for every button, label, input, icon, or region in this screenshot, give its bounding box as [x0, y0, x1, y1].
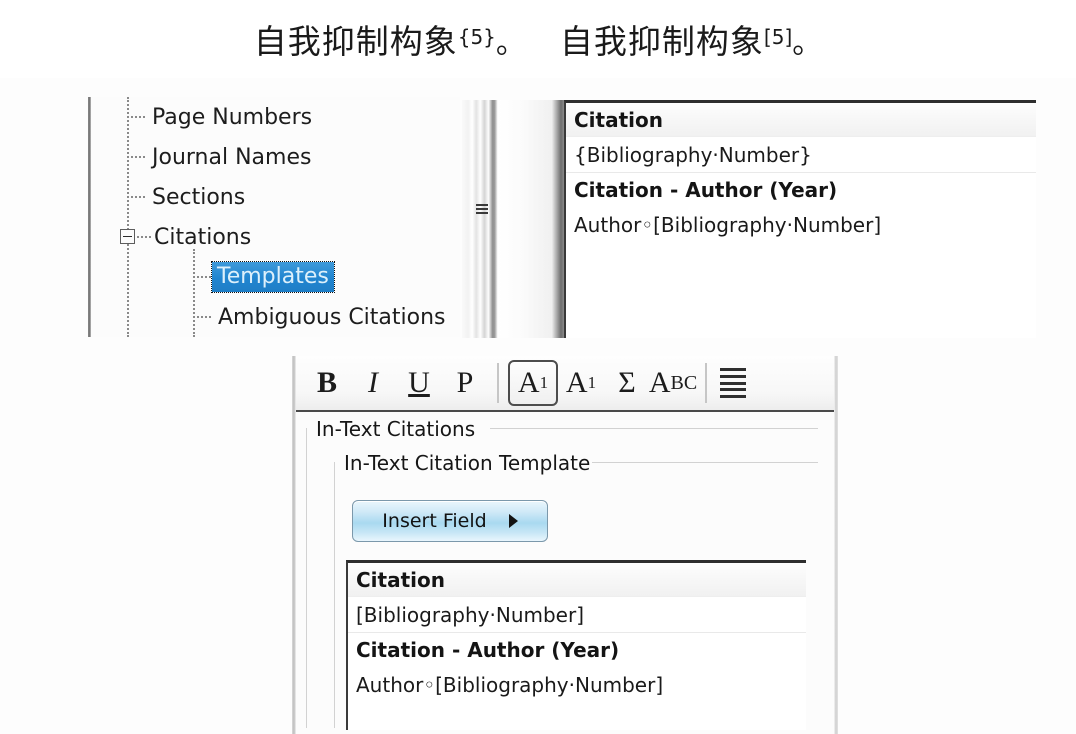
- sample-text-curly-period: 。: [495, 26, 526, 61]
- dialog-left-border: [292, 356, 296, 734]
- tree-item-label: Templates: [217, 264, 329, 289]
- grip-line: [476, 212, 488, 214]
- sigma-symbol-icon[interactable]: Σ: [604, 361, 650, 405]
- tree-body: Page Numbers Journal Names Sections Cita…: [110, 97, 460, 337]
- tree-item-sections[interactable]: Sections: [110, 177, 245, 217]
- sample-text-bracket-citation: [5]: [763, 25, 793, 49]
- citation-template-editor-dialog: B I U P A1 A1 Σ A BC In-Text Citations I…: [292, 356, 838, 734]
- bold-icon[interactable]: B: [304, 361, 350, 405]
- superscript-label: A: [517, 366, 540, 399]
- tree-item-label: Journal Names: [152, 144, 312, 170]
- screenshot-root: 自我抑制构象{5}。 自我抑制构象[5]。 Page Numbers Journ…: [0, 0, 1076, 734]
- tree-elbow-icon: [193, 316, 211, 318]
- toolbar-separator: [497, 363, 499, 403]
- group-border-left: [334, 462, 335, 728]
- sample-text-curly-citation: {5}: [457, 25, 496, 49]
- sigma-label: Σ: [618, 366, 636, 399]
- sample-text-bracket: 自我抑制构象[5]。: [560, 15, 822, 63]
- tree-elbow-icon: [193, 276, 211, 278]
- tree-item-label: Citations: [154, 224, 252, 250]
- in-text-citation-template-group: In-Text Citation Template Insert Field C…: [334, 451, 818, 730]
- insert-field-button[interactable]: Insert Field: [352, 500, 548, 542]
- template-name: Citation - Author (Year): [574, 178, 838, 202]
- template-value-row[interactable]: {Bibliography·Number}: [566, 137, 1036, 173]
- template-value-row[interactable]: Author◦[Bibliography·Number]: [566, 207, 1036, 243]
- justify-lines-icon[interactable]: [720, 368, 746, 398]
- template-name-row[interactable]: Citation: [348, 563, 806, 597]
- tree-item-page-numbers[interactable]: Page Numbers: [110, 97, 312, 137]
- underline-label: U: [408, 366, 430, 399]
- template-value-row[interactable]: Author◦[Bibliography·Number]: [348, 667, 806, 703]
- justify-line: [720, 395, 746, 398]
- format-toolbar: B I U P A1 A1 Σ A BC: [296, 356, 834, 412]
- sample-text-bracket-period: 。: [792, 26, 823, 61]
- sample-text-curly-body: 自我抑制构象: [253, 22, 458, 61]
- panel-splitter-gutter[interactable]: [462, 100, 564, 338]
- tree-elbow-icon: [137, 236, 151, 238]
- group-border-top: [592, 462, 818, 463]
- justify-line: [720, 368, 746, 371]
- justify-line: [720, 381, 746, 385]
- template-name-row[interactable]: Citation: [566, 103, 1036, 137]
- italic-icon[interactable]: I: [350, 361, 396, 405]
- smallcaps-label: A: [648, 366, 671, 399]
- small-caps-icon[interactable]: A BC: [648, 361, 698, 405]
- template-name-row[interactable]: Citation - Author (Year): [348, 633, 806, 667]
- collapse-minus-icon[interactable]: [120, 229, 135, 244]
- subscript-icon[interactable]: A1: [558, 361, 604, 405]
- plain-font-icon[interactable]: P: [442, 361, 488, 405]
- style-tree-panel: Page Numbers Journal Names Sections Cita…: [88, 97, 460, 337]
- template-value: [Bibliography·Number]: [356, 602, 585, 627]
- superscript-icon[interactable]: A1: [508, 360, 558, 406]
- tree-selection-highlight: Templates: [211, 261, 335, 293]
- insert-field-label: Insert Field: [382, 510, 487, 532]
- citation-template-preview-panel: Citation {Bibliography·Number} Citation …: [462, 100, 1036, 338]
- tree-item-label: Page Numbers: [152, 104, 313, 130]
- italic-label: I: [368, 366, 378, 399]
- tree-item-templates[interactable]: Templates: [110, 257, 335, 297]
- template-value-row[interactable]: [Bibliography·Number]: [348, 597, 806, 633]
- tree-item-ambiguous-citations[interactable]: Ambiguous Citations: [110, 297, 446, 337]
- sample-text-bracket-body: 自我抑制构象: [559, 22, 764, 61]
- sample-text-curly: 自我抑制构象{5}。: [254, 15, 526, 63]
- justify-line: [720, 388, 746, 392]
- tree-elbow-icon: [127, 116, 145, 118]
- subscript-label: A: [565, 366, 588, 399]
- template-name: Citation: [574, 107, 663, 132]
- in-text-citations-group: In-Text Citations In-Text Citation Templ…: [306, 417, 818, 730]
- template-name-row[interactable]: Citation - Author (Year): [566, 173, 1036, 207]
- grip-line: [476, 204, 488, 206]
- chevron-right-icon: [508, 514, 518, 528]
- group-border-top: [490, 428, 818, 429]
- splitter-grip-icon[interactable]: [476, 204, 490, 218]
- tree-item-journal-names[interactable]: Journal Names: [110, 137, 311, 177]
- tree-item-label: Ambiguous Citations: [218, 304, 446, 330]
- plain-font-label: P: [456, 366, 474, 399]
- tree-item-label: Sections: [152, 184, 246, 210]
- tree-item-citations[interactable]: Citations: [110, 217, 251, 257]
- tree-elbow-icon: [127, 196, 145, 198]
- smallcaps-suffix: BC: [670, 371, 698, 394]
- group-title: In-Text Citation Template: [342, 451, 598, 475]
- justify-line: [720, 374, 746, 378]
- group-border-left: [306, 428, 307, 728]
- sample-text-row: 自我抑制构象{5}。 自我抑制构象[5]。: [0, 0, 1076, 78]
- template-list-top: Citation {Bibliography·Number} Citation …: [564, 100, 1036, 338]
- tree-panel-left-border: [88, 97, 91, 337]
- template-name: Citation: [356, 567, 445, 592]
- underline-icon[interactable]: U: [396, 361, 442, 405]
- template-name: Citation - Author (Year): [356, 638, 620, 662]
- template-value: Author◦[Bibliography·Number]: [356, 673, 664, 697]
- group-title: In-Text Citations: [314, 417, 483, 441]
- template-list-bottom: Citation [Bibliography·Number] Citation …: [346, 560, 806, 730]
- bold-label: B: [316, 366, 337, 399]
- subscript-digit: 1: [587, 373, 597, 392]
- grip-line: [476, 208, 488, 210]
- tree-elbow-icon: [127, 156, 145, 158]
- dialog-right-border: [834, 356, 838, 734]
- template-value: Author◦[Bibliography·Number]: [574, 213, 882, 237]
- template-value: {Bibliography·Number}: [574, 142, 812, 167]
- toolbar-separator: [705, 363, 707, 403]
- superscript-digit: 1: [539, 373, 549, 392]
